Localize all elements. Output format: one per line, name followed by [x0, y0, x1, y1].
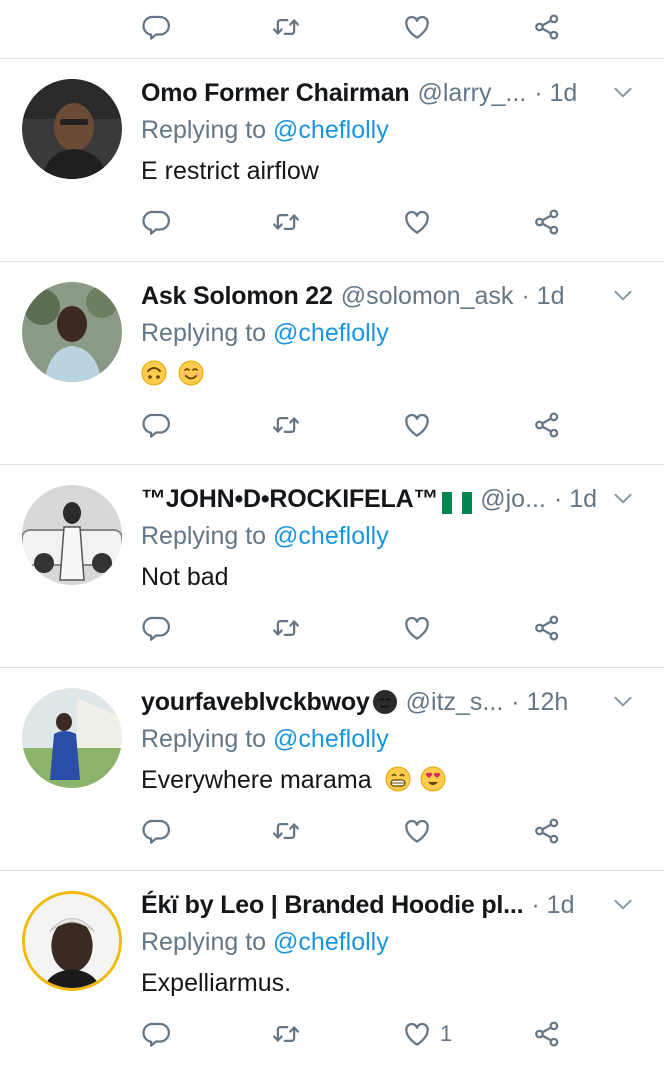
retweet-icon[interactable]: [271, 1016, 307, 1052]
mention-link[interactable]: @cheflolly: [273, 116, 389, 144]
tweet-item[interactable]: ™JOHN•D•ROCKIFELA™ @jo... · 1d Replying …: [0, 465, 664, 667]
timestamp: · 1d: [553, 485, 598, 513]
avatar[interactable]: [22, 485, 122, 585]
timestamp: · 1d: [534, 79, 578, 107]
top-tweet-action-bar: [0, 0, 664, 58]
nigeria-flag-icon: [442, 488, 473, 514]
action-bar: [0, 195, 664, 253]
tweet-item[interactable]: Omo Former Chairman @larry_... · 1d Repl…: [0, 59, 664, 261]
chevron-down-icon[interactable]: [610, 79, 636, 105]
display-name[interactable]: Ékï by Leo | Branded Hoodie pl...: [141, 887, 524, 923]
display-name[interactable]: Omo Former Chairman: [141, 75, 410, 111]
replying-prefix: Replying to: [141, 116, 267, 144]
user-handle[interactable]: @jo...: [480, 481, 546, 517]
reply-icon[interactable]: [142, 813, 178, 849]
tweet-item[interactable]: Ékï by Leo | Branded Hoodie pl... · 1d R…: [0, 871, 664, 1073]
mention-link[interactable]: @cheflolly: [273, 928, 389, 956]
display-name[interactable]: ™JOHN•D•ROCKIFELA™: [141, 481, 438, 517]
retweet-icon[interactable]: [271, 9, 307, 45]
tweet-text: Expelliarmus.: [141, 969, 292, 997]
share-icon[interactable]: [532, 813, 568, 849]
avatar[interactable]: [22, 891, 122, 991]
tweet-item[interactable]: yourfaveblvckbwoy @itz_s... · 12h Replyi…: [0, 668, 664, 870]
mention-link[interactable]: @cheflolly: [273, 725, 389, 753]
user-handle[interactable]: @solomon_ask: [341, 278, 514, 314]
tweet-item[interactable]: Ask Solomon 22 @solomon_ask · 1d Replyin…: [0, 262, 664, 464]
display-name[interactable]: Ask Solomon 22: [141, 278, 333, 314]
user-handle[interactable]: @larry_...: [417, 75, 526, 111]
replying-to-line: Replying to @cheflolly: [141, 111, 644, 149]
action-bar: [0, 601, 664, 659]
like-icon[interactable]: 1: [402, 1016, 482, 1052]
retweet-icon[interactable]: [271, 813, 307, 849]
share-icon[interactable]: [532, 9, 568, 45]
chevron-down-icon[interactable]: [610, 891, 636, 917]
action-bar: [0, 398, 664, 456]
retweet-icon[interactable]: [271, 610, 307, 646]
mention-link[interactable]: @cheflolly: [273, 522, 389, 550]
like-icon[interactable]: [402, 204, 438, 240]
timestamp: · 1d: [531, 891, 575, 919]
tweet-text: E restrict airflow: [141, 157, 319, 185]
like-icon[interactable]: [402, 9, 438, 45]
like-count: 1: [440, 1021, 453, 1046]
reply-icon[interactable]: [142, 407, 178, 443]
timestamp: · 1d: [521, 282, 565, 310]
replying-prefix: Replying to: [141, 725, 267, 753]
share-icon[interactable]: [532, 610, 568, 646]
tweet-text: Everywhere marama: [141, 760, 644, 800]
upside-down-face-icon: [141, 360, 167, 386]
heart-eyes-face-icon: [420, 766, 446, 792]
share-icon[interactable]: [532, 204, 568, 240]
avatar[interactable]: [22, 79, 122, 179]
avatar[interactable]: [22, 688, 122, 788]
share-icon[interactable]: [532, 1016, 568, 1052]
retweet-icon[interactable]: [271, 204, 307, 240]
chevron-down-icon[interactable]: [610, 282, 636, 308]
tweet-text: [141, 354, 644, 394]
replying-prefix: Replying to: [141, 319, 267, 347]
like-icon[interactable]: [402, 610, 438, 646]
reply-icon[interactable]: [142, 1016, 178, 1052]
replying-to-line: Replying to @cheflolly: [141, 314, 644, 352]
replying-to-line: Replying to @cheflolly: [141, 517, 644, 555]
replying-prefix: Replying to: [141, 928, 267, 956]
replying-to-line: Replying to @cheflolly: [141, 720, 644, 758]
retweet-icon[interactable]: [271, 407, 307, 443]
tweet-text: Not bad: [141, 563, 229, 591]
action-bar: [0, 804, 664, 862]
reply-icon[interactable]: [142, 610, 178, 646]
reply-icon[interactable]: [142, 9, 178, 45]
mention-link[interactable]: @cheflolly: [273, 319, 389, 347]
smiling-face-icon: [178, 360, 204, 386]
replying-to-line: Replying to @cheflolly: [141, 923, 644, 961]
like-icon[interactable]: [402, 407, 438, 443]
replying-prefix: Replying to: [141, 522, 267, 550]
chevron-down-icon[interactable]: [610, 485, 636, 511]
tweet-text-body: Everywhere marama: [141, 766, 372, 794]
action-bar: 1: [0, 1007, 664, 1065]
grinning-face-icon: [385, 766, 411, 792]
share-icon[interactable]: [532, 407, 568, 443]
avatar[interactable]: [22, 282, 122, 382]
user-handle[interactable]: @itz_s...: [406, 684, 504, 720]
dark-face-icon: [372, 690, 397, 714]
display-name[interactable]: yourfaveblvckbwoy: [141, 684, 370, 720]
reply-icon[interactable]: [142, 204, 178, 240]
chevron-down-icon[interactable]: [610, 688, 636, 714]
like-icon[interactable]: [402, 813, 438, 849]
timestamp: · 12h: [511, 688, 569, 716]
